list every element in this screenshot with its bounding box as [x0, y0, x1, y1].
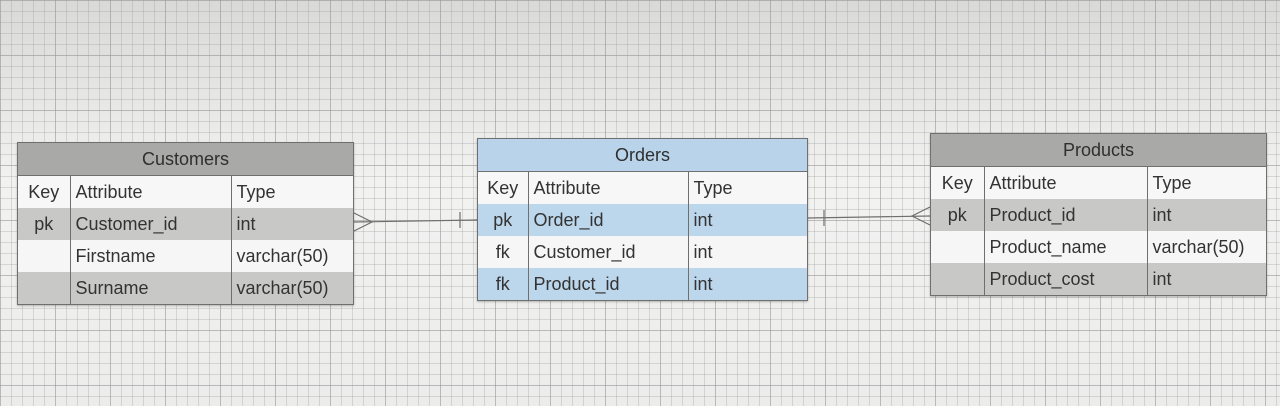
entity-products[interactable]: Products Key Attribute Type pk Product_i… — [930, 133, 1267, 296]
attribute-table: Key Attribute Type pk Product_id int Pro… — [931, 167, 1266, 295]
type-cell: int — [1147, 199, 1266, 231]
attribute-cell: Firstname — [70, 240, 232, 272]
type-header: Type — [688, 172, 807, 204]
table-row: pk Order_id int — [478, 204, 807, 236]
key-header: Key — [478, 172, 529, 204]
type-cell: int — [1147, 263, 1266, 295]
key-cell: pk — [478, 204, 529, 236]
table-header-row: Key Attribute Type — [18, 176, 353, 208]
type-cell: int — [688, 268, 807, 300]
table-row: Product_cost int — [931, 263, 1266, 295]
attribute-cell: Surname — [70, 272, 232, 304]
table-row: fk Product_id int — [478, 268, 807, 300]
type-cell: varchar(50) — [231, 272, 353, 304]
attribute-table: Key Attribute Type pk Order_id int fk Cu… — [478, 172, 807, 300]
key-cell — [931, 231, 985, 263]
attribute-cell: Product_cost — [984, 263, 1148, 295]
attribute-cell: Customer_id — [528, 236, 689, 268]
attribute-cell: Customer_id — [70, 208, 232, 240]
attribute-cell: Product_id — [984, 199, 1148, 231]
key-cell — [931, 263, 985, 295]
type-cell: int — [231, 208, 353, 240]
entity-title: Orders — [478, 139, 807, 172]
attribute-table: Key Attribute Type pk Customer_id int Fi… — [18, 176, 353, 304]
type-cell: int — [688, 204, 807, 236]
key-cell: fk — [478, 236, 529, 268]
key-cell — [18, 272, 71, 304]
table-row: pk Product_id int — [931, 199, 1266, 231]
key-header: Key — [18, 176, 71, 208]
table-row: pk Customer_id int — [18, 208, 353, 240]
key-header: Key — [931, 167, 985, 199]
key-cell — [18, 240, 71, 272]
table-row: Surname varchar(50) — [18, 272, 353, 304]
attribute-header: Attribute — [528, 172, 689, 204]
type-header: Type — [231, 176, 353, 208]
table-header-row: Key Attribute Type — [931, 167, 1266, 199]
table-row: Firstname varchar(50) — [18, 240, 353, 272]
type-header: Type — [1147, 167, 1266, 199]
entity-title: Customers — [18, 143, 353, 176]
entity-title: Products — [931, 134, 1266, 167]
table-header-row: Key Attribute Type — [478, 172, 807, 204]
entity-customers[interactable]: Customers Key Attribute Type pk Customer… — [17, 142, 354, 305]
attribute-cell: Product_id — [528, 268, 689, 300]
entity-orders[interactable]: Orders Key Attribute Type pk Order_id in… — [477, 138, 808, 301]
key-cell: pk — [931, 199, 985, 231]
key-cell: fk — [478, 268, 529, 300]
attribute-header: Attribute — [984, 167, 1148, 199]
table-row: fk Customer_id int — [478, 236, 807, 268]
attribute-cell: Product_name — [984, 231, 1148, 263]
attribute-header: Attribute — [70, 176, 232, 208]
table-row: Product_name varchar(50) — [931, 231, 1266, 263]
type-cell: varchar(50) — [1152, 236, 1245, 257]
type-cell: int — [693, 241, 713, 262]
key-cell: pk — [18, 208, 71, 240]
type-cell: varchar(50) — [236, 245, 329, 266]
attribute-cell: Order_id — [528, 204, 689, 236]
